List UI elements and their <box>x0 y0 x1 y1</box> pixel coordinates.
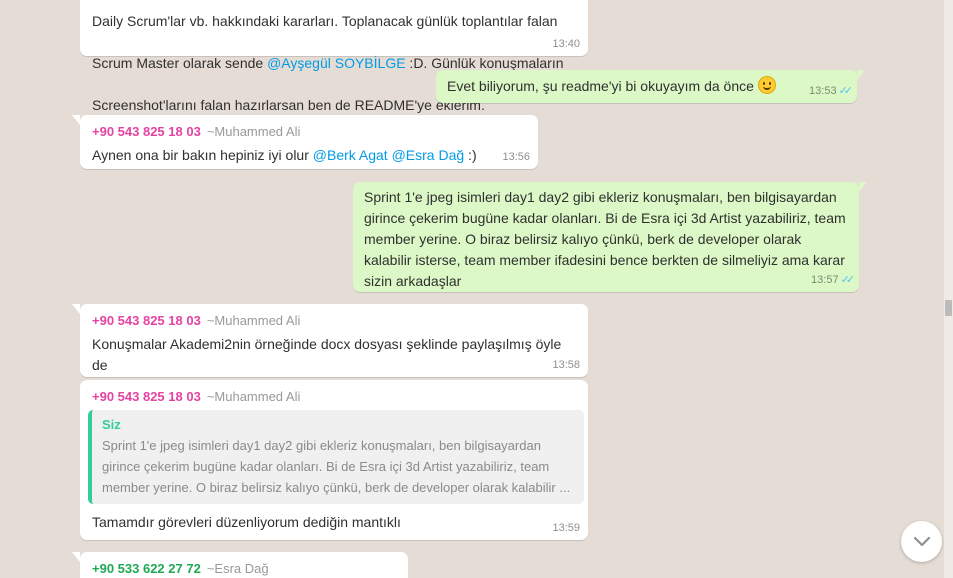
message-fragment: Aynen ona bir bakın hepiniz iyi olur <box>92 147 313 163</box>
message-outgoing[interactable]: Evet biliyorum, şu readme'yi bi okuyayım… <box>436 70 865 103</box>
message-incoming[interactable]: +90 543 825 18 03 ~Muhammed Ali Konuşmala… <box>72 304 588 394</box>
mention-link[interactable]: @Esra Dağ <box>392 147 465 163</box>
message-time-wrap: 13:53 ✓✓ <box>809 84 854 99</box>
message-time: 13:53 <box>809 85 837 97</box>
message-line: :D. Günlük konuşmaların <box>405 55 564 71</box>
sender-phone[interactable]: +90 543 825 18 03 <box>92 313 201 328</box>
sender-name: ~Muhammed Ali <box>206 124 301 139</box>
chevron-down-icon <box>913 536 930 546</box>
message-text: Tamamdır görevleri düzenliyorum dediğin … <box>92 514 401 530</box>
scroll-to-bottom-button[interactable] <box>901 521 942 562</box>
message-time: 13:40 <box>552 38 580 50</box>
chat-panel: Daily Scrum'lar vb. hakkındaki kararları… <box>0 0 944 578</box>
message-fragment: :) <box>464 147 477 163</box>
message-text: Sprint 1'e jpeg isimleri day1 day2 gibi … <box>364 189 846 289</box>
scrollbar[interactable] <box>944 0 953 578</box>
mention-link[interactable]: @Ayşegül SOYBİLGE <box>267 55 405 71</box>
message-time: 13:57 <box>811 274 839 286</box>
message-line: Screenshot'larını falan hazırlarsan ben … <box>92 97 485 113</box>
message-time-wrap: 13:57 ✓✓ <box>811 273 856 288</box>
double-check-icon: ✓✓ <box>840 274 856 286</box>
message-incoming[interactable]: Daily Scrum'lar vb. hakkındaki kararları… <box>80 0 588 113</box>
sender-name: ~Muhammed Ali <box>206 389 301 404</box>
double-check-icon: ✓✓ <box>838 85 854 97</box>
quote-text: Sprint 1'e jpeg isimleri day1 day2 gibi … <box>102 438 571 495</box>
sender-phone[interactable]: +90 543 825 18 03 <box>92 124 201 139</box>
message-incoming[interactable]: +90 543 825 18 03 ~Muhammed Ali Siz Sprin… <box>80 380 588 540</box>
message-incoming[interactable]: +90 533 622 27 72 ~Esra Dağ <box>72 552 408 578</box>
sender-line: +90 543 825 18 03 ~Muhammed Ali <box>92 312 579 330</box>
message-line: Scrum Master olarak sende <box>92 55 268 71</box>
sender-phone[interactable]: +90 533 622 27 72 <box>92 561 201 576</box>
message-time: 13:59 <box>552 522 580 534</box>
quoted-message[interactable]: Siz Sprint 1'e jpeg isimleri day1 day2 g… <box>88 410 584 504</box>
smiling-face-emoji-icon <box>757 76 776 94</box>
quote-author: Siz <box>102 417 121 432</box>
message-text: Aynen ona bir bakın hepiniz iyi olur @Be… <box>92 145 529 166</box>
sender-phone[interactable]: +90 543 825 18 03 <box>92 389 201 404</box>
message-text: Evet biliyorum, şu readme'yi bi okuyayım… <box>447 78 758 94</box>
sender-name: ~Esra Dağ <box>206 561 269 576</box>
sender-line: +90 543 825 18 03 ~Muhammed Ali <box>88 388 584 406</box>
sender-name: ~Muhammed Ali <box>206 313 301 328</box>
message-time: 13:58 <box>552 359 580 371</box>
message-line: Daily Scrum'lar vb. hakkındaki kararları… <box>92 13 558 29</box>
mention-link[interactable]: @Berk Agat <box>313 147 388 163</box>
message-outgoing[interactable]: Sprint 1'e jpeg isimleri day1 day2 gibi … <box>353 182 867 292</box>
message-time: 13:56 <box>502 151 530 163</box>
sender-line: +90 533 622 27 72 ~Esra Dağ <box>92 560 399 578</box>
scrollbar-thumb[interactable] <box>945 300 952 316</box>
message-incoming[interactable]: +90 543 825 18 03 ~Muhammed Ali Aynen ona… <box>72 115 538 169</box>
sender-line: +90 543 825 18 03 ~Muhammed Ali <box>92 123 529 141</box>
